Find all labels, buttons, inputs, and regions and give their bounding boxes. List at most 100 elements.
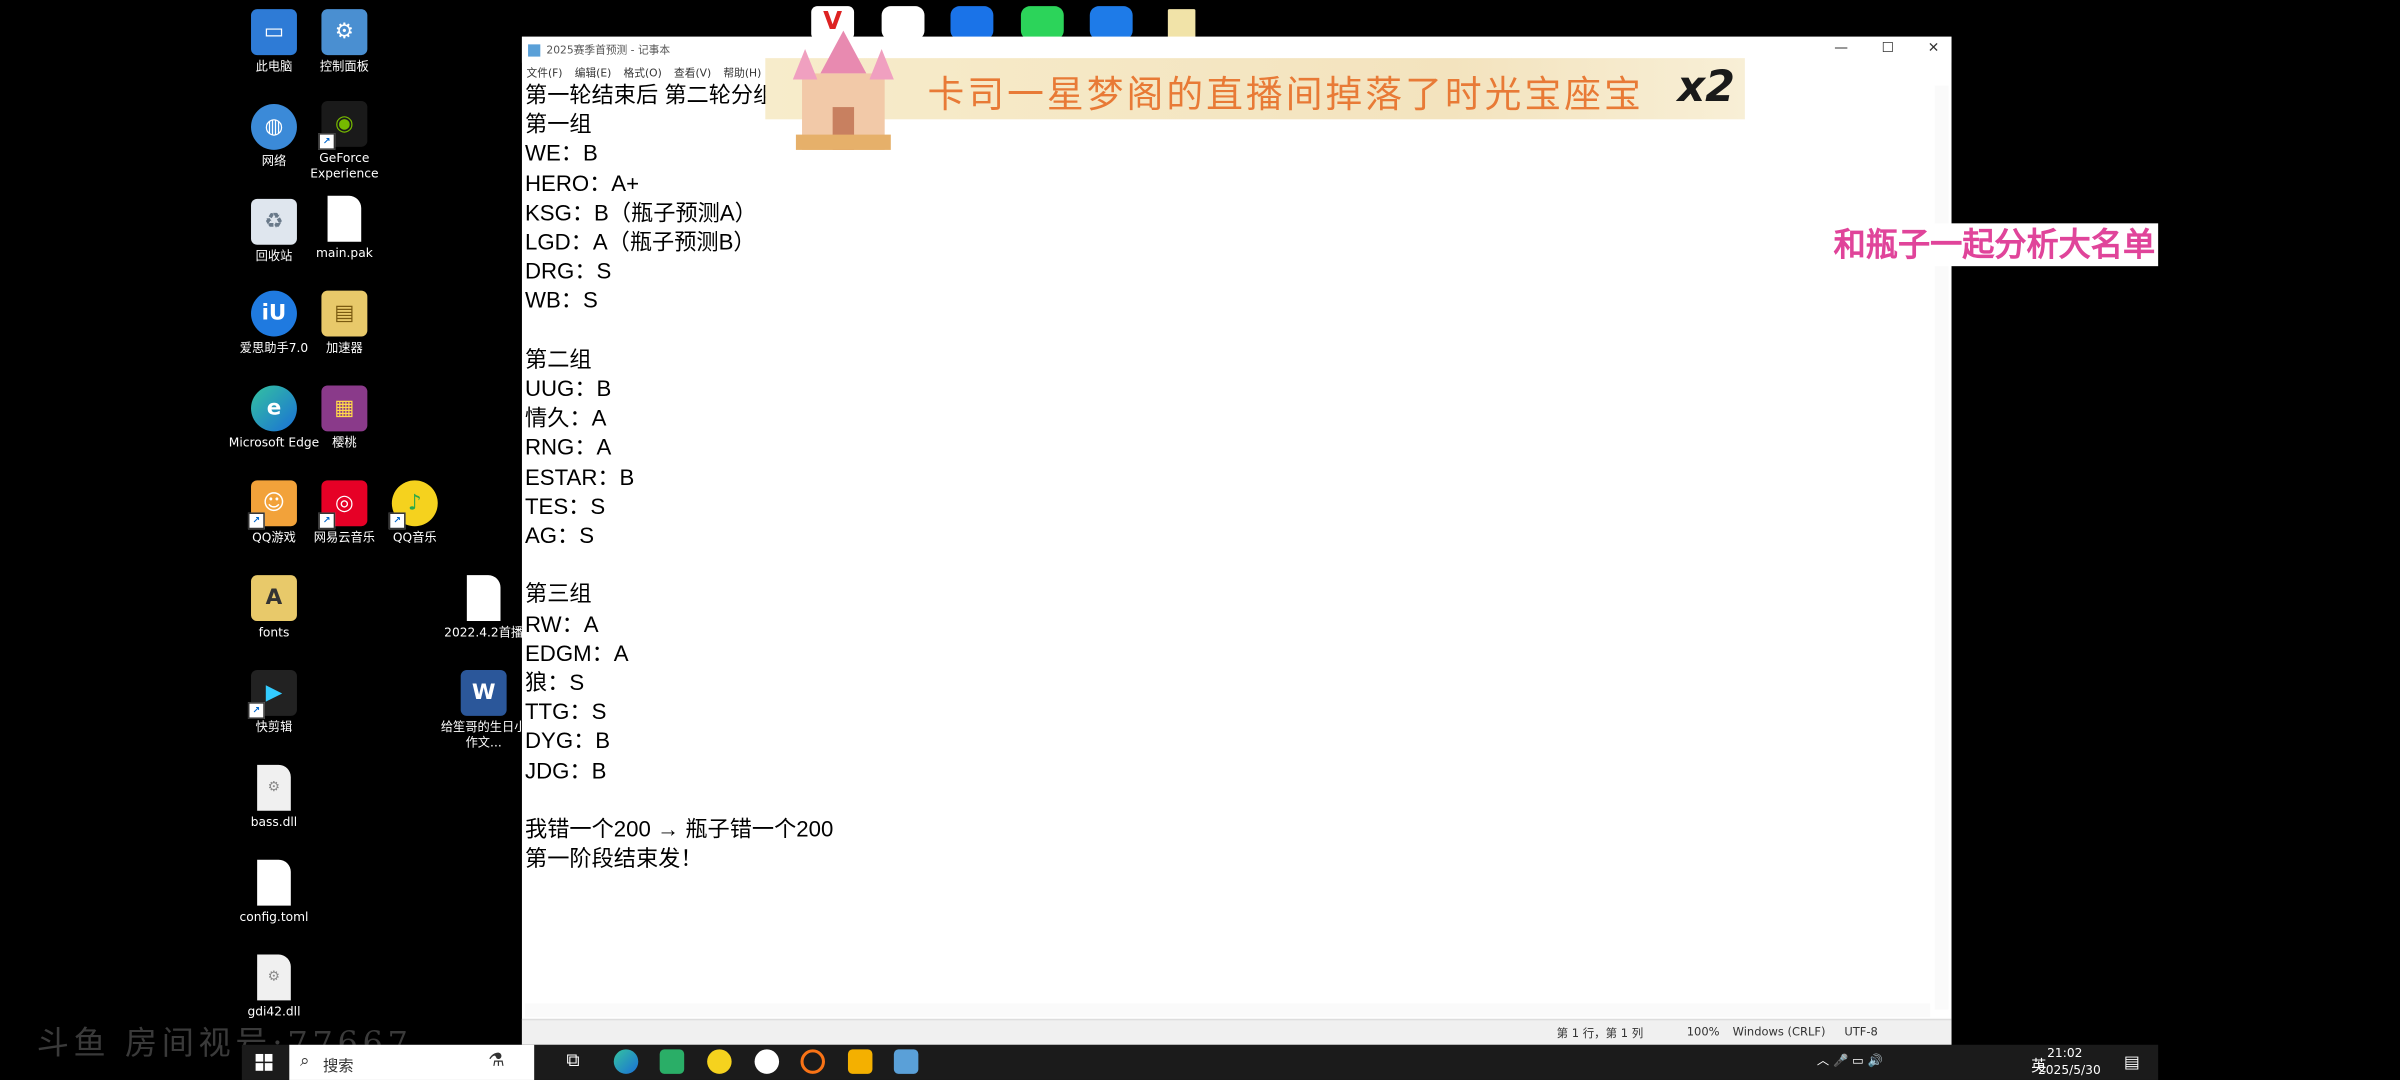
file-icon bbox=[257, 859, 291, 906]
desktop-icon-label: 控制面板 bbox=[319, 59, 369, 74]
desktop-icon-label: 樱桃 bbox=[332, 435, 357, 450]
text-line: WE：B bbox=[524, 142, 598, 168]
desktop-icon-label: main.pak bbox=[315, 246, 373, 261]
text-line: JDG：B bbox=[524, 759, 607, 785]
text-line bbox=[525, 318, 1927, 347]
app-taskbar-icon[interactable] bbox=[800, 1049, 825, 1074]
app-shortcut-icon[interactable] bbox=[1089, 6, 1133, 40]
app-taskbar-icon[interactable] bbox=[847, 1049, 873, 1074]
archive-icon: ▦ bbox=[321, 385, 368, 432]
clock-time[interactable]: 21:02 bbox=[2039, 1046, 2091, 1060]
app-taskbar-icon[interactable] bbox=[754, 1049, 780, 1074]
text-line: 情久：A bbox=[524, 407, 607, 432]
desktop-icon-label: 加速器 bbox=[326, 341, 363, 355]
qq-games-icon: ☺ ↗ bbox=[247, 480, 297, 530]
text-line: 第二组 bbox=[524, 348, 592, 373]
text-line: DRG：S bbox=[524, 260, 612, 285]
task-view-icon[interactable]: ⧉ bbox=[566, 1049, 590, 1073]
windows-start-icon[interactable] bbox=[255, 1053, 273, 1071]
encoding: UTF-8 bbox=[1844, 1024, 1878, 1039]
overlay-label: 和瓶子一起分析大名单 bbox=[1830, 223, 2159, 267]
qq-music-taskbar-icon[interactable] bbox=[707, 1049, 732, 1074]
search-label: 搜索 bbox=[322, 1058, 354, 1076]
minimize-icon[interactable]: — bbox=[1834, 41, 1848, 56]
status-bar: 第 1 行，第 1 列 100% Windows (CRLF) UTF-8 bbox=[521, 1018, 1952, 1045]
menu-help[interactable]: 帮助(H) bbox=[723, 65, 761, 80]
control-panel-icon: ⚙ bbox=[321, 9, 368, 56]
text-line: KSG：B（瓶子预测A） bbox=[524, 201, 757, 227]
aisi-icon: iU bbox=[251, 290, 297, 337]
computer-icon: ▭ bbox=[251, 9, 297, 56]
desktop-icon-label: QQ音乐 bbox=[392, 530, 437, 545]
window-title: 2025赛季首预测 - 记事本 bbox=[546, 43, 671, 56]
desktop-icon-label: 快剪辑 bbox=[255, 720, 293, 735]
desktop-icon-2022-stream[interactable]: 2022.4.2首播 bbox=[438, 575, 530, 641]
cursor-position: 第 1 行，第 1 列 bbox=[1556, 1026, 1644, 1041]
desktop-icon-label: fonts bbox=[258, 625, 290, 640]
word-document-icon: W bbox=[460, 670, 507, 716]
text-line: 第一阶段结束发！ bbox=[524, 847, 703, 873]
folder-icon: A bbox=[251, 575, 297, 622]
menu-format[interactable]: 格式(O) bbox=[624, 65, 662, 80]
window-controls: — ☐ ✕ bbox=[1834, 41, 1939, 56]
file-icon[interactable] bbox=[1167, 9, 1196, 40]
desktop-icon-config-toml[interactable]: config.toml bbox=[228, 859, 320, 926]
notepad-icon bbox=[528, 43, 541, 56]
menu-view[interactable]: 查看(V) bbox=[674, 65, 711, 80]
dll-file-icon: ⚙ bbox=[257, 764, 291, 811]
taskbar: ⌕ 搜索 ⚗ ⧉ ︿ 🎤 ▭ 🔊 英 21:02 2025/5/30 ▤ bbox=[241, 1044, 2159, 1080]
text-line: RW：A bbox=[524, 612, 599, 638]
edge-icon: e bbox=[251, 385, 297, 432]
notepad-taskbar-icon[interactable] bbox=[893, 1049, 919, 1074]
app-shortcut-icon[interactable] bbox=[950, 6, 994, 40]
search-highlight-icon: ⚗ bbox=[488, 1049, 505, 1071]
gift-multiplier: x2 bbox=[1677, 61, 1736, 112]
geforce-icon: ◉ ↗ bbox=[318, 100, 368, 150]
maximize-icon[interactable]: ☐ bbox=[1882, 41, 1894, 56]
desktop-icon-fonts[interactable]: A fonts bbox=[228, 575, 320, 641]
edge-taskbar-icon[interactable] bbox=[613, 1049, 639, 1074]
text-line: 第三组 bbox=[524, 583, 592, 608]
desktop-icon-main-pak[interactable]: main.pak bbox=[298, 195, 390, 262]
close-icon[interactable]: ✕ bbox=[1928, 41, 1940, 56]
desktop-icon-cherry[interactable]: ▦ 樱桃 bbox=[298, 385, 390, 451]
text-line: WB：S bbox=[524, 289, 598, 315]
horizontal-scrollbar[interactable] bbox=[524, 1003, 1931, 1018]
text-line: AG：S bbox=[524, 524, 595, 550]
notepad-window[interactable]: 2025赛季首预测 - 记事本 — ☐ ✕ 文件(F) 编辑(E) 格式(O) … bbox=[521, 36, 1952, 1045]
line-ending: Windows (CRLF) bbox=[1732, 1024, 1826, 1039]
desktop-icon-label: bass.dll bbox=[250, 815, 298, 830]
qq-music-icon: ♪ ↗ bbox=[388, 480, 438, 530]
desktop-icon-accelerator[interactable]: ▤ 加速器 bbox=[298, 290, 390, 357]
desktop-icon-gdi42-dll[interactable]: ⚙ gdi42.dll bbox=[228, 954, 320, 1021]
zoom-level: 100% bbox=[1686, 1024, 1720, 1039]
text-editor[interactable]: 第一轮结束后 第二轮分组 第一组 WE：B HERO：A+ KSG：B（瓶子预测A） LG… bbox=[525, 83, 1927, 1001]
netease-music-icon: ◎ ↗ bbox=[318, 480, 368, 530]
text-line: UUG：B bbox=[524, 377, 612, 403]
desktop-icon-bass-dll[interactable]: ⚙ bass.dll bbox=[228, 764, 320, 831]
menu-file[interactable]: 文件(F) bbox=[527, 65, 563, 80]
desktop-icon-birthday-doc[interactable]: W 给笙哥的生日小作文... bbox=[438, 670, 530, 751]
wechat-taskbar-icon[interactable] bbox=[659, 1049, 685, 1074]
desktop-icon-label: config.toml bbox=[239, 910, 309, 924]
recycle-bin-icon: ♻ bbox=[251, 198, 297, 245]
desktop-icon-qq-music[interactable]: ♪ ↗ QQ音乐 bbox=[369, 480, 461, 546]
desktop-icon-kuaijianji[interactable]: ▶ ↗ 快剪辑 bbox=[228, 670, 320, 736]
text-line: HERO：A+ bbox=[524, 172, 640, 197]
kook-icon[interactable] bbox=[1020, 6, 1064, 40]
tray-icons[interactable]: ︿ 🎤 ▭ 🔊 bbox=[1817, 1052, 1962, 1069]
text-line: EDGM：A bbox=[524, 642, 629, 667]
clock-date[interactable]: 2025/5/30 bbox=[2033, 1063, 2106, 1077]
file-icon bbox=[466, 575, 501, 622]
text-line: RNG：A bbox=[524, 436, 612, 462]
desktop-icon-label: 给笙哥的生日小作文... bbox=[440, 720, 527, 750]
desktop-icon-control-panel[interactable]: ⚙ 控制面板 bbox=[298, 9, 390, 75]
desktop-icon-geforce[interactable]: ◉ ↗ GeForce Experience bbox=[298, 100, 390, 182]
taskbar-search-box[interactable]: ⌕ 搜索 ⚗ bbox=[289, 1044, 535, 1080]
text-line: 狼：S bbox=[524, 671, 585, 697]
text-line: LGD：A（瓶子预测B） bbox=[524, 231, 756, 256]
notification-icon[interactable]: ▤ bbox=[2124, 1052, 2140, 1072]
text-line: ESTAR：B bbox=[524, 466, 635, 491]
menu-edit[interactable]: 编辑(E) bbox=[575, 65, 612, 80]
text-line: TTG：S bbox=[524, 701, 607, 726]
